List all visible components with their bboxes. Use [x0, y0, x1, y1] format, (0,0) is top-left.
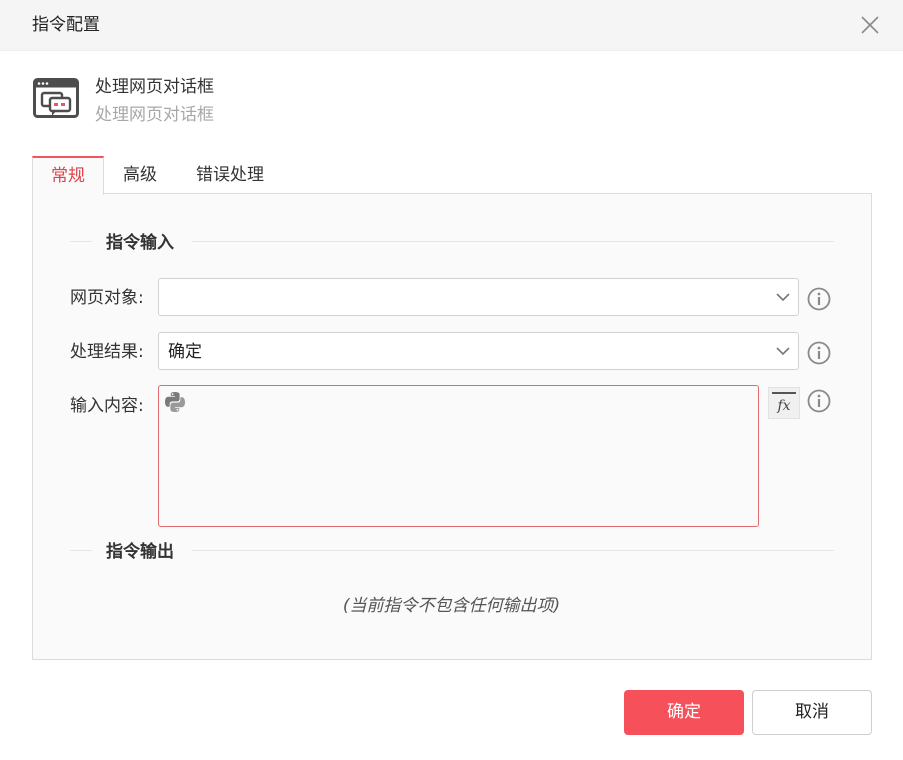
svg-text:fx: fx: [776, 398, 790, 414]
fx-icon: fx: [772, 392, 796, 414]
section-divider: [192, 241, 834, 242]
dialog-titlebar: 指令配置: [0, 0, 903, 51]
result-value: 确定: [168, 342, 202, 362]
output-section-title: 指令输出: [106, 542, 174, 562]
command-description: 处理网页对话框: [95, 105, 214, 125]
python-icon: [165, 392, 185, 412]
tab-advanced[interactable]: 高级: [106, 156, 174, 193]
info-icon[interactable]: [807, 389, 831, 413]
result-select[interactable]: 确定: [158, 332, 799, 370]
close-icon[interactable]: [859, 14, 881, 36]
fx-button[interactable]: fx: [768, 387, 800, 419]
content-textarea[interactable]: [158, 385, 759, 527]
dialog-title: 指令配置: [32, 15, 100, 35]
section-divider: [70, 241, 92, 242]
info-icon[interactable]: [807, 341, 831, 365]
web-object-label: 网页对象:: [70, 288, 144, 308]
chevron-down-icon: [776, 347, 790, 356]
section-divider: [70, 550, 92, 551]
content-label: 输入内容:: [70, 396, 144, 416]
web-object-select[interactable]: [158, 278, 799, 316]
command-name: 处理网页对话框: [95, 77, 214, 97]
cancel-button[interactable]: 取消: [752, 690, 872, 735]
tab-general[interactable]: 常规: [32, 156, 104, 195]
web-dialog-icon: [33, 78, 79, 118]
section-divider: [192, 550, 834, 551]
tab-error-handling[interactable]: 错误处理: [182, 156, 278, 193]
confirm-button[interactable]: 确定: [624, 690, 744, 735]
input-section-title: 指令输入: [106, 233, 174, 253]
info-icon[interactable]: [807, 287, 831, 311]
output-empty-text: (当前指令不包含任何输出项): [342, 596, 561, 616]
result-label: 处理结果:: [70, 342, 144, 362]
chevron-down-icon: [776, 293, 790, 302]
